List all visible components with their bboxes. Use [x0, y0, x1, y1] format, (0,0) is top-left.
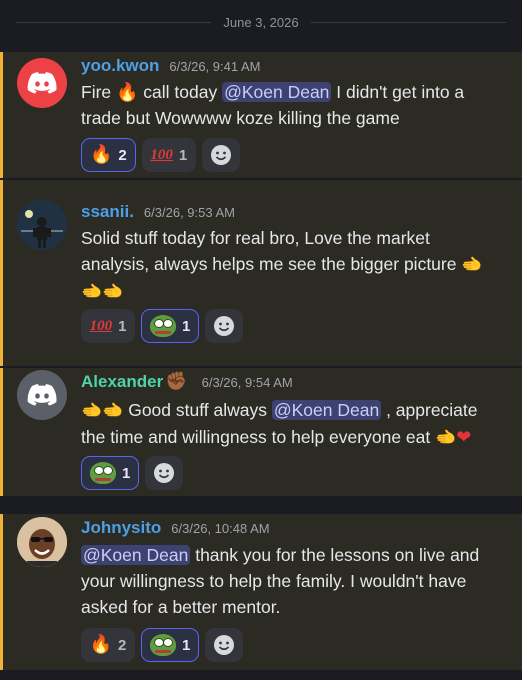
- point-left-icon: 🫲: [102, 282, 124, 301]
- username[interactable]: Alexander: [81, 372, 163, 392]
- add-reaction-button[interactable]: [201, 138, 240, 172]
- text-segment: analysis, always helps me see the bigger…: [81, 254, 457, 274]
- add-reaction-button[interactable]: [205, 309, 244, 343]
- timestamp: 6/3/26, 9:54 AM: [201, 374, 293, 390]
- reaction-pepe[interactable]: 1: [141, 628, 200, 662]
- message-header: Alexander ✊🏾 6/3/26, 9:54 AM: [81, 372, 293, 392]
- discord-logo-icon: [27, 72, 57, 94]
- reaction-hundred[interactable]: 100 1: [141, 138, 196, 172]
- reaction-count: 1: [122, 464, 131, 482]
- hundred-points-icon: 100: [150, 146, 173, 163]
- reaction-pepe[interactable]: 1: [81, 456, 140, 490]
- reaction-count: 1: [182, 317, 191, 335]
- reaction-fire[interactable]: 🔥 2: [81, 138, 136, 172]
- message-content: 🫲🫲 Good stuff always @Koen Dean , apprec…: [81, 397, 508, 451]
- reaction-bar: 100 1 1: [81, 309, 244, 343]
- fire-icon: 🔥: [89, 634, 113, 655]
- message-item[interactable]: yoo.kwon 6/3/26, 9:41 AM Fire 🔥 call tod…: [0, 52, 522, 178]
- red-heart-icon: ❤: [456, 427, 472, 448]
- message-content: Solid stuff today for real bro, Love the…: [81, 225, 508, 305]
- point-left-icon: 🫲: [81, 282, 103, 301]
- hundred-points-icon: 100: [89, 317, 113, 334]
- pepe-frog-icon: [90, 462, 116, 484]
- message-line: 🫲🫲: [81, 278, 508, 305]
- message-line: your willingness to help the family. I w…: [81, 571, 467, 591]
- user-avatar-image: [17, 200, 67, 250]
- add-reaction-button[interactable]: [145, 456, 184, 490]
- date-divider: June 3, 2026: [0, 12, 522, 32]
- divider-line: [310, 21, 506, 23]
- text-segment: thank you for the lessons on live and: [190, 545, 480, 565]
- message-line: 🫲🫲 Good stuff always @Koen Dean , apprec…: [81, 397, 508, 424]
- user-mention[interactable]: @Koen Dean: [81, 545, 191, 565]
- message-line: Solid stuff today for real bro, Love the…: [81, 228, 430, 248]
- timestamp: 6/3/26, 9:41 AM: [169, 58, 261, 74]
- text-segment: Fire: [81, 82, 116, 102]
- message-header: yoo.kwon 6/3/26, 9:41 AM: [81, 56, 260, 76]
- avatar[interactable]: [17, 200, 67, 250]
- message-item[interactable]: Johnysito 6/3/26, 10:48 AM @Koen Dean th…: [0, 514, 522, 670]
- timestamp: 6/3/26, 10:48 AM: [171, 520, 270, 536]
- avatar[interactable]: [17, 370, 67, 420]
- reaction-bar: 🔥 2 1: [81, 628, 244, 662]
- smiley-icon: [210, 145, 231, 165]
- divider-line: [16, 21, 212, 23]
- message-line: trade but Wowwww koze killing the game: [81, 108, 400, 128]
- message-line: analysis, always helps me see the bigger…: [81, 251, 508, 278]
- raised-fist-icon: ✊🏾: [165, 371, 188, 392]
- point-left-icon: 🫲: [102, 401, 124, 420]
- avatar[interactable]: [17, 517, 67, 567]
- message-header: ssanii. 6/3/26, 9:53 AM: [81, 202, 235, 222]
- message-header: Johnysito 6/3/26, 10:48 AM: [81, 518, 270, 538]
- fire-icon: 🔥: [116, 82, 139, 103]
- message-content: @Koen Dean thank you for the lessons on …: [81, 542, 508, 620]
- point-left-icon: 🫲: [435, 428, 457, 447]
- fire-icon: 🔥: [90, 144, 113, 165]
- smiley-icon: [214, 316, 235, 336]
- reaction-bar: 1: [81, 456, 184, 490]
- user-avatar-image: [17, 517, 67, 567]
- timestamp: 6/3/26, 9:53 AM: [143, 204, 235, 220]
- point-left-icon: 🫲: [461, 255, 483, 274]
- username[interactable]: yoo.kwon: [81, 56, 159, 76]
- reaction-hundred[interactable]: 100 1: [81, 309, 135, 343]
- discord-logo-icon: [27, 384, 57, 406]
- avatar[interactable]: [17, 58, 67, 108]
- reaction-count: 2: [118, 636, 127, 654]
- user-mention[interactable]: @Koen Dean: [271, 400, 382, 420]
- reaction-bar: 🔥 2 100 1: [81, 138, 240, 172]
- reaction-count: 1: [182, 636, 191, 654]
- text-segment: Good stuff always: [123, 400, 272, 420]
- message-content: Fire 🔥 call today @Koen Dean I didn't ge…: [81, 79, 508, 131]
- message-line: asked for a better mentor.: [81, 597, 281, 617]
- username[interactable]: Johnysito: [81, 518, 161, 538]
- reaction-fire[interactable]: 🔥 2: [81, 628, 135, 662]
- user-mention[interactable]: @Koen Dean: [222, 82, 332, 102]
- pepe-frog-icon: [150, 634, 176, 656]
- reaction-count: 1: [178, 146, 188, 164]
- text-segment: I didn't get into a: [331, 82, 465, 102]
- smiley-icon: [214, 635, 235, 655]
- date-label: June 3, 2026: [223, 14, 299, 30]
- text-segment: the time and willingness to help everyon…: [81, 427, 431, 447]
- pepe-frog-icon: [150, 315, 176, 337]
- reaction-count: 2: [118, 146, 127, 164]
- reaction-pepe[interactable]: 1: [141, 309, 200, 343]
- username[interactable]: ssanii.: [81, 202, 134, 222]
- message-line: @Koen Dean thank you for the lessons on …: [81, 542, 508, 568]
- message-line: the time and willingness to help everyon…: [81, 424, 508, 451]
- reaction-count: 1: [118, 317, 127, 335]
- message-line: Fire 🔥 call today @Koen Dean I didn't ge…: [81, 79, 508, 105]
- smiley-icon: [154, 463, 175, 483]
- text-segment: , appreciate: [381, 400, 478, 420]
- text-segment: call today: [138, 82, 223, 102]
- message-item[interactable]: Alexander ✊🏾 6/3/26, 9:54 AM 🫲🫲 Good stu…: [0, 368, 522, 496]
- add-reaction-button[interactable]: [205, 628, 244, 662]
- message-item[interactable]: ssanii. 6/3/26, 9:53 AM Solid stuff toda…: [0, 180, 522, 366]
- point-left-icon: 🫲: [81, 401, 103, 420]
